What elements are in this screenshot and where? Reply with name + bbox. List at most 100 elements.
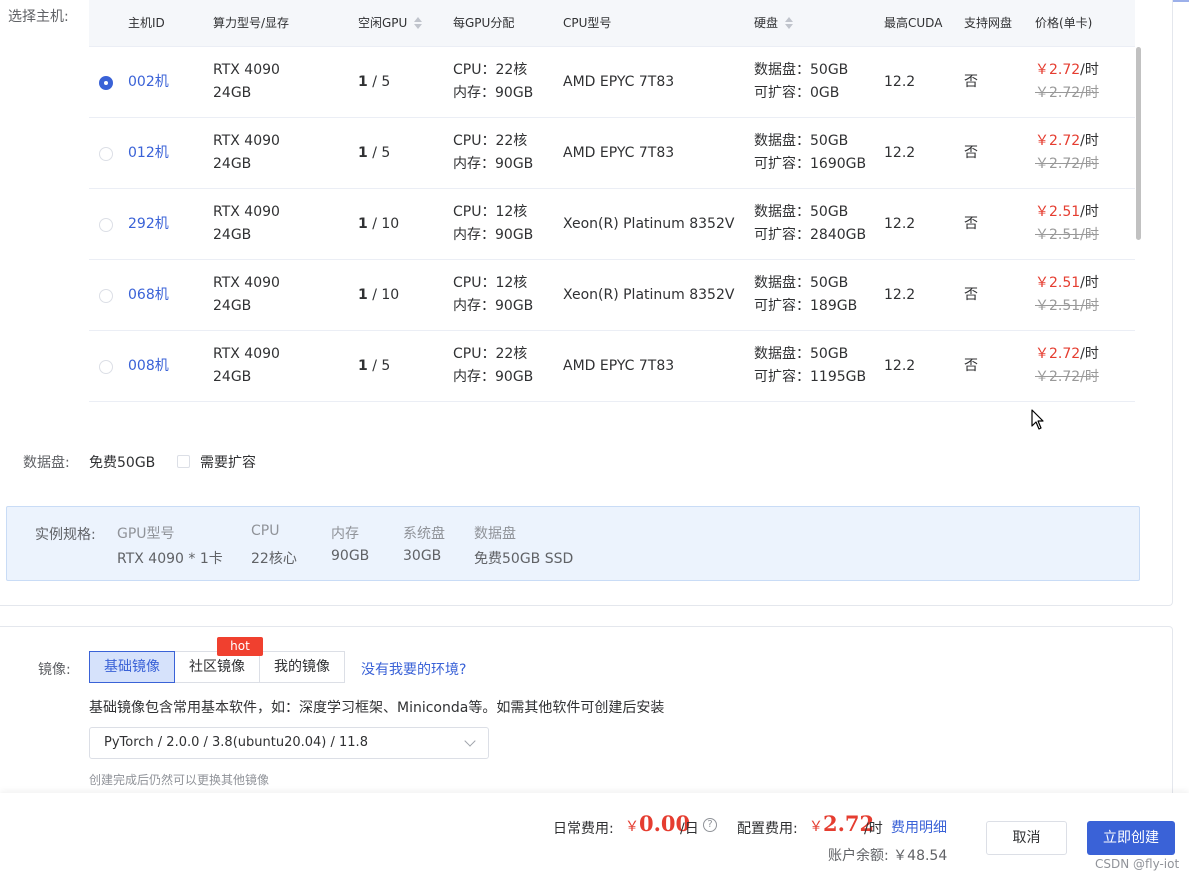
per-gpu-alloc: CPU：12核 内存：90GB — [453, 201, 533, 247]
image-label: 镜像: — [38, 662, 71, 678]
host-radio[interactable] — [99, 218, 113, 232]
spec-value-mem: 90GB — [331, 548, 370, 564]
table-header: 主机ID 算力型号/显存 空闲GPU 每GPU分配 CPU型号 硬盘 最高CUD… — [89, 0, 1135, 47]
table-row[interactable]: 012机 RTX 4090 24GB 1 / 5 CPU：22核 内存：90GB A… — [89, 118, 1135, 189]
config-fee-unit: /时 — [864, 821, 883, 837]
table-row[interactable]: 068机 RTX 4090 24GB 1 / 10 CPU：12核 内存：90GB … — [89, 260, 1135, 331]
per-gpu-alloc: CPU：22核 内存：90GB — [453, 59, 533, 105]
expand-checkbox[interactable] — [177, 455, 190, 468]
tab-base-image[interactable]: 基础镜像 — [89, 651, 175, 683]
gpu-vram: 24GB — [213, 85, 252, 101]
cpu-model: Xeon(R) Platinum 8352V — [563, 287, 735, 303]
per-gpu-alloc: CPU：12核 内存：90GB — [453, 272, 533, 318]
gpu-vram: 24GB — [213, 298, 252, 314]
cpu-model: AMD EPYC 7T83 — [563, 74, 675, 90]
sort-icon[interactable] — [414, 17, 423, 29]
footer-bar: 日常费用: ￥0.00 /日 ? 配置费用: ￥2.72 /时 费用明细 账户余… — [0, 793, 1189, 881]
spec-value-sysdisk: 30GB — [403, 548, 442, 564]
net-disk-support: 否 — [964, 74, 978, 90]
free-gpu: 1 / 5 — [358, 71, 390, 94]
alloc-mem: 内存：90GB — [453, 156, 534, 172]
host-radio[interactable] — [99, 360, 113, 374]
table-row[interactable] — [89, 402, 1135, 418]
host-id-link[interactable]: 002机 — [128, 71, 169, 94]
daily-currency: ￥ — [625, 819, 639, 835]
host-radio[interactable] — [99, 289, 113, 303]
disk-info: 数据盘：50GB 可扩容：1195GB — [754, 343, 866, 389]
col-free-gpu-label: 空闲GPU — [358, 16, 408, 30]
total-count: / 10 — [367, 287, 400, 303]
data-disk: 数据盘：50GB — [754, 275, 849, 291]
expandable: 可扩容：1690GB — [754, 156, 867, 172]
col-disk[interactable]: 硬盘 — [754, 14, 794, 31]
spec-key-datadisk: 数据盘 — [474, 526, 516, 542]
original-price: ￥2.51/时 — [1035, 227, 1099, 243]
net-disk-support: 否 — [964, 287, 978, 303]
max-cuda: 12.2 — [884, 287, 916, 303]
fee-detail-link[interactable]: 费用明细 — [891, 817, 947, 837]
chevron-down-icon — [464, 735, 476, 747]
instance-spec-panel: 实例规格: GPU型号 RTX 4090 * 1卡 CPU 22核心 内存 90… — [6, 506, 1140, 581]
alloc-cpu: CPU：22核 — [453, 133, 528, 149]
cancel-button[interactable]: 取消 — [986, 821, 1067, 855]
host-id-link[interactable]: 292机 — [128, 213, 169, 236]
col-price: 价格(单卡) — [1035, 16, 1093, 30]
price: ￥2.51/时 ￥2.51/时 — [1035, 201, 1099, 247]
table-row[interactable]: 292机 RTX 4090 24GB 1 / 10 CPU：12核 内存：90GB … — [89, 189, 1135, 260]
alloc-cpu: CPU：22核 — [453, 62, 528, 78]
free-gpu: 1 / 5 — [358, 142, 390, 165]
tab-my-image[interactable]: 我的镜像 — [260, 651, 345, 683]
current-price: ￥2.72 — [1035, 346, 1081, 362]
host-id-link[interactable]: 008机 — [128, 355, 169, 378]
expandable: 可扩容：1195GB — [754, 369, 867, 385]
image-select-value: PyTorch / 2.0.0 / 3.8(ubuntu20.04) / 11.… — [104, 735, 368, 750]
host-id-link[interactable]: 068机 — [128, 284, 169, 307]
alloc-mem: 内存：90GB — [453, 369, 534, 385]
missing-env-link[interactable]: 没有我要的环境? — [361, 659, 466, 679]
original-price: ￥2.72/时 — [1035, 156, 1099, 172]
watermark: CSDN @fly-iot — [1095, 857, 1180, 871]
spec-key-mem: 内存 — [331, 526, 359, 542]
table-scrollbar[interactable] — [1136, 47, 1141, 240]
host-radio[interactable] — [99, 147, 113, 161]
table-row[interactable]: 008机 RTX 4090 24GB 1 / 5 CPU：22核 内存：90GB A… — [89, 331, 1135, 402]
spec-key-sysdisk: 系统盘 — [403, 526, 445, 542]
host-id-link[interactable]: 012机 — [128, 142, 169, 165]
col-max-cuda: 最高CUDA — [884, 16, 943, 30]
disk-info: 数据盘：50GB 可扩容：2840GB — [754, 201, 866, 247]
total-count: / 5 — [367, 74, 391, 90]
total-count: / 5 — [367, 358, 391, 374]
daily-fee-unit: /日 — [680, 821, 699, 837]
mouse-cursor-icon — [1031, 409, 1044, 430]
spec-key-gpu: GPU型号 — [117, 526, 175, 542]
help-icon[interactable]: ? — [703, 818, 717, 832]
free-gpu: 1 / 10 — [358, 284, 399, 307]
sort-icon[interactable] — [785, 17, 794, 29]
col-free-gpu[interactable]: 空闲GPU — [358, 14, 423, 31]
price-unit: /时 — [1080, 275, 1099, 291]
table-row[interactable]: 002机 RTX 4090 24GB 1 / 5 CPU：22核 内存：90GB A… — [89, 47, 1135, 118]
data-disk-free: 免费50GB — [89, 455, 156, 471]
alloc-mem: 内存：90GB — [453, 85, 534, 101]
gpu-name: RTX 4090 — [213, 133, 280, 149]
alloc-cpu: CPU：12核 — [453, 204, 528, 220]
price: ￥2.72/时 ￥2.72/时 — [1035, 343, 1099, 389]
price-unit: /时 — [1080, 346, 1099, 362]
host-radio[interactable] — [99, 76, 113, 90]
max-cuda: 12.2 — [884, 358, 916, 374]
net-disk-support: 否 — [964, 216, 978, 232]
price-unit: /时 — [1080, 62, 1099, 78]
total-count: / 5 — [367, 145, 391, 161]
image-select[interactable]: PyTorch / 2.0.0 / 3.8(ubuntu20.04) / 11.… — [89, 727, 489, 759]
create-now-button[interactable]: 立即创建 — [1087, 821, 1175, 855]
page: 选择主机: 主机ID 算力型号/显存 空闲GPU 每GPU分配 CPU型号 硬盘… — [0, 0, 1189, 881]
original-price: ￥2.72/时 — [1035, 85, 1099, 101]
max-cuda: 12.2 — [884, 145, 916, 161]
gpu-name: RTX 4090 — [213, 204, 280, 220]
alloc-mem: 内存：90GB — [453, 298, 534, 314]
data-disk: 数据盘：50GB — [754, 204, 849, 220]
per-gpu-alloc: CPU：22核 内存：90GB — [453, 343, 533, 389]
cpu-model: Xeon(R) Platinum 8352V — [563, 216, 735, 232]
expand-checkbox-label[interactable]: 需要扩容 — [200, 452, 256, 472]
image-tip: 创建完成后仍然可以更换其他镜像 — [89, 773, 270, 787]
